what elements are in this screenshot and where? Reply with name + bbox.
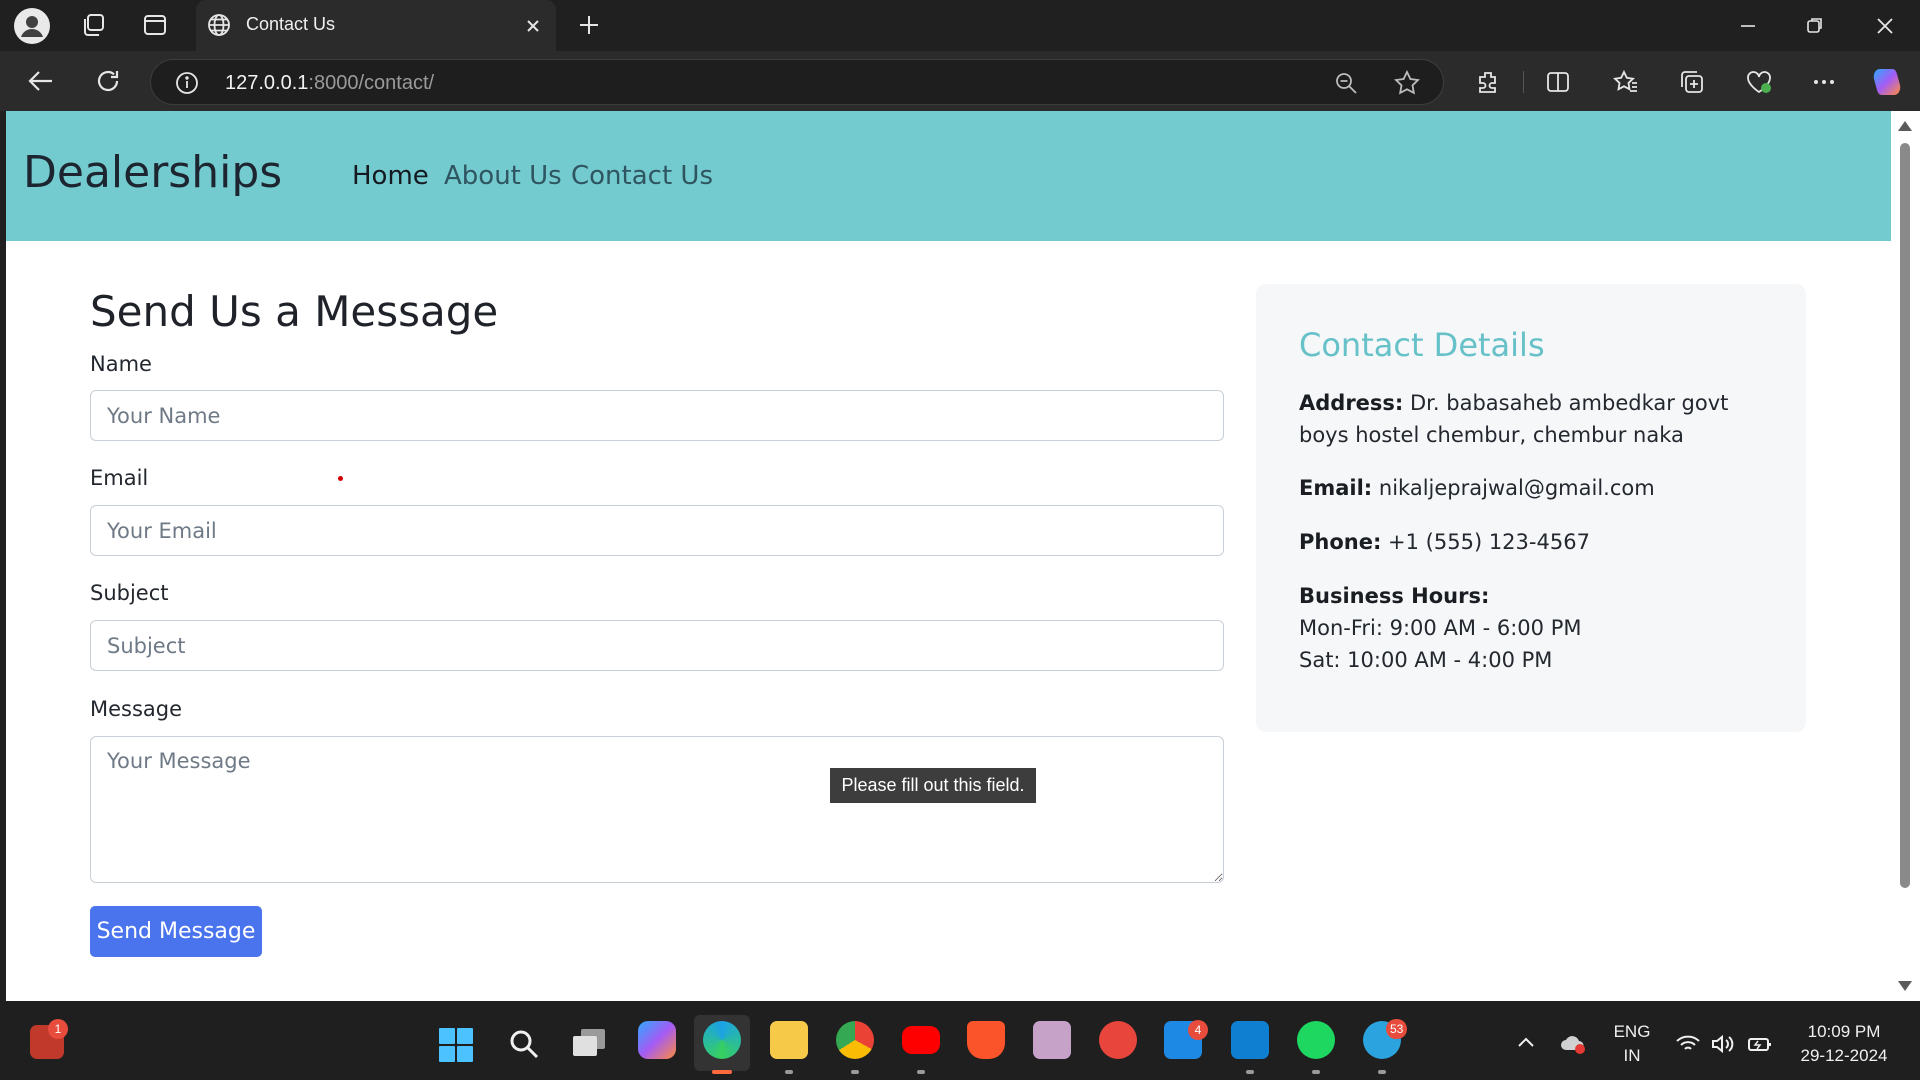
site-navbar: Dealerships Home About Us Contact Us — [6, 111, 1891, 241]
extensions-icon[interactable] — [1475, 69, 1501, 95]
contact-details-card: Contact Details Address: Dr. babasaheb a… — [1256, 284, 1806, 732]
name-label: Name — [90, 352, 152, 376]
vscode-icon[interactable] — [1231, 1021, 1269, 1059]
site-info-icon[interactable] — [175, 71, 199, 95]
notification-badge: 1 — [48, 1019, 68, 1039]
brand-logo[interactable]: Dealerships — [23, 147, 282, 198]
send-message-button[interactable]: Send Message — [90, 906, 262, 957]
subject-input[interactable] — [90, 620, 1224, 671]
profile-avatar-icon[interactable] — [14, 8, 50, 44]
language-top[interactable]: ENG — [1610, 1022, 1654, 1042]
close-window-icon[interactable] — [1876, 17, 1894, 35]
browser-tab-strip: Contact Us — [0, 0, 1920, 51]
spotify-icon[interactable] — [1297, 1021, 1335, 1059]
new-tab-icon[interactable] — [577, 13, 601, 37]
cursor-marker — [338, 476, 343, 481]
wps-office-icon[interactable] — [1099, 1021, 1137, 1059]
vscode-running-indicator — [1246, 1070, 1254, 1074]
copilot-taskbar-icon[interactable] — [638, 1021, 676, 1059]
battery-icon[interactable] — [1747, 1034, 1773, 1054]
email-detail-value: nikaljeprajwal@gmail.com — [1378, 476, 1655, 500]
toolbar-divider — [1523, 71, 1524, 93]
hours-weekday: Mon-Fri: 9:00 AM - 6:00 PM — [1299, 616, 1582, 640]
close-tab-icon[interactable] — [525, 18, 541, 34]
show-hidden-icons-icon[interactable] — [1516, 1035, 1536, 1049]
scroll-down-icon[interactable] — [1898, 981, 1912, 991]
email-input[interactable] — [90, 505, 1224, 556]
tab-title: Contact Us — [246, 14, 336, 34]
language-bottom[interactable]: IN — [1610, 1046, 1654, 1066]
collections-icon[interactable] — [1679, 69, 1705, 95]
business-hours-row: Business Hours: Mon-Fri: 9:00 AM - 6:00 … — [1299, 580, 1769, 676]
name-input[interactable] — [90, 390, 1224, 441]
spotify-running-indicator — [1312, 1070, 1320, 1074]
email-row: Email: nikaljeprajwal@gmail.com — [1299, 472, 1769, 504]
restore-icon[interactable] — [1806, 16, 1824, 34]
vertical-tabs-icon[interactable] — [143, 13, 167, 37]
favorite-star-icon[interactable] — [1394, 70, 1420, 96]
chrome-icon[interactable] — [836, 1021, 874, 1059]
validation-tooltip: Please fill out this field. — [830, 768, 1036, 803]
minimize-icon[interactable] — [1738, 18, 1758, 34]
address-bar[interactable]: 127.0.0.1:8000/contact/ — [150, 59, 1444, 105]
contact-details-title: Contact Details — [1299, 326, 1545, 364]
hours-saturday: Sat: 10:00 AM - 4:00 PM — [1299, 648, 1553, 672]
phone-value: +1 (555) 123-4567 — [1388, 530, 1590, 554]
scrollbar-thumb[interactable] — [1900, 143, 1910, 888]
phone-row: Phone: +1 (555) 123-4567 — [1299, 526, 1769, 558]
phone-label: Phone: — [1299, 530, 1382, 554]
clock-date[interactable]: 29-12-2024 — [1785, 1046, 1903, 1066]
windows-start-icon[interactable] — [438, 1027, 474, 1063]
back-arrow-icon[interactable] — [28, 69, 54, 93]
chrome-running-indicator — [851, 1070, 859, 1074]
browser-essentials-icon[interactable] — [1745, 69, 1773, 95]
telegram-badge: 53 — [1386, 1019, 1408, 1039]
browser-toolbar: 127.0.0.1:8000/contact/ — [0, 51, 1920, 111]
workspaces-icon[interactable] — [80, 12, 106, 38]
more-options-icon[interactable] — [1811, 75, 1837, 89]
email-label: Email — [90, 466, 149, 490]
windows-taskbar: 1 4 53 ENG IN 10:09 PM 29-12-2024 — [0, 1001, 1920, 1080]
photos-app-icon[interactable] — [1033, 1021, 1071, 1059]
brave-icon[interactable] — [967, 1021, 1005, 1059]
edge-browser-icon[interactable] — [703, 1021, 741, 1059]
onedrive-error-icon[interactable] — [1559, 1033, 1587, 1055]
url-host: 127.0.0.1 — [225, 72, 309, 94]
url-text[interactable]: 127.0.0.1:8000/contact/ — [225, 72, 434, 95]
scroll-up-icon[interactable] — [1898, 121, 1912, 131]
split-screen-icon[interactable] — [1545, 69, 1571, 95]
wifi-icon[interactable] — [1675, 1034, 1701, 1054]
explorer-running-indicator — [785, 1070, 793, 1074]
url-path: :8000/contact/ — [308, 72, 435, 94]
message-textarea[interactable] — [90, 736, 1224, 883]
form-title: Send Us a Message — [90, 287, 499, 336]
nav-link-contact-us[interactable]: Contact Us — [571, 161, 713, 191]
copilot-icon[interactable] — [1870, 65, 1904, 99]
address-row: Address: Dr. babasaheb ambedkar govt boy… — [1299, 387, 1769, 451]
globe-icon — [207, 13, 231, 37]
clock-time[interactable]: 10:09 PM — [1785, 1022, 1903, 1042]
favorites-icon[interactable] — [1613, 69, 1639, 95]
youtube-icon[interactable] — [902, 1026, 940, 1054]
page-scrollbar[interactable] — [1891, 111, 1920, 1001]
address-label: Address: — [1299, 391, 1404, 415]
todo-badge: 4 — [1188, 1020, 1208, 1040]
file-explorer-icon[interactable] — [770, 1021, 808, 1059]
nav-link-about-us[interactable]: About Us — [444, 161, 562, 191]
refresh-icon[interactable] — [95, 68, 121, 94]
nav-link-home[interactable]: Home — [352, 161, 429, 191]
youtube-running-indicator — [917, 1070, 925, 1074]
telegram-running-indicator — [1378, 1070, 1386, 1074]
volume-icon[interactable] — [1711, 1033, 1735, 1055]
subject-label: Subject — [90, 581, 169, 605]
email-detail-label: Email: — [1299, 476, 1373, 500]
business-hours-label: Business Hours: — [1299, 584, 1490, 608]
task-view-icon[interactable] — [572, 1028, 606, 1058]
edge-running-indicator — [712, 1070, 732, 1074]
search-icon[interactable] — [508, 1028, 540, 1060]
page-viewport: Dealerships Home About Us Contact Us Sen… — [6, 111, 1891, 1001]
message-label: Message — [90, 697, 183, 721]
zoom-out-icon[interactable] — [1334, 71, 1358, 95]
